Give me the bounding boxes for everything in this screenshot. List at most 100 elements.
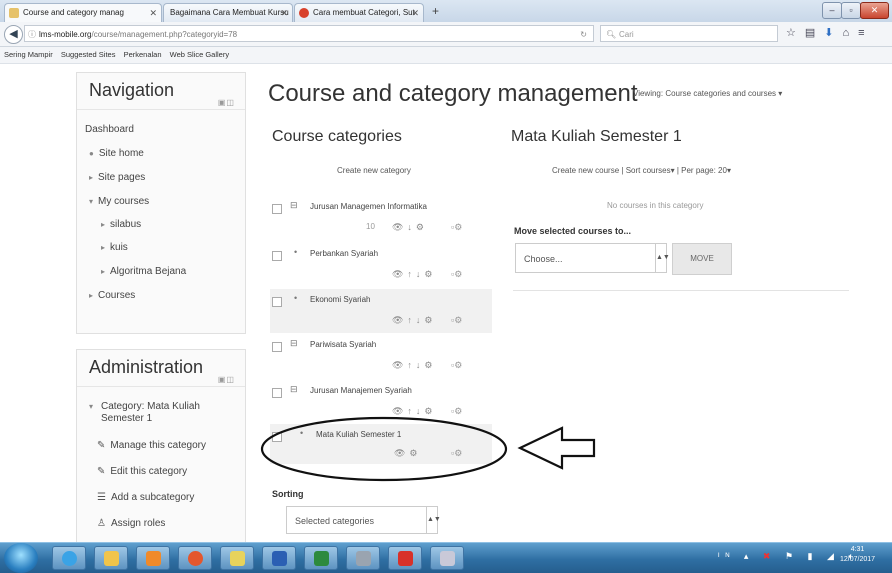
- close-tab-icon[interactable]: ✕: [149, 4, 157, 22]
- bookmark-sering-mampir[interactable]: Sering Mampir: [4, 50, 53, 59]
- maximize-button[interactable]: ▫: [841, 2, 861, 19]
- address-bar[interactable]: ⓘ lms-mobile.org/course/management.php?c…: [24, 25, 594, 42]
- chevron-right-icon: ▸: [101, 267, 106, 276]
- start-button[interactable]: [4, 543, 38, 573]
- per-page-link[interactable]: Per page: 20: [681, 166, 727, 175]
- minimize-button[interactable]: ‒: [822, 2, 842, 19]
- page-title: Course and category management: [268, 80, 638, 107]
- category-actions[interactable]: 👁︎↑↓⚙: [392, 315, 437, 326]
- bullet-icon: ●: [89, 149, 94, 158]
- reading-list-icon[interactable]: ▤: [805, 27, 824, 39]
- category-actions[interactable]: 👁︎↑↓⚙: [392, 269, 437, 280]
- bookmark-web-slice-gallery[interactable]: Web Slice Gallery: [170, 50, 229, 59]
- taskbar-tool-button[interactable]: [346, 546, 380, 570]
- taskbar-clock[interactable]: 4:31 12/07/2017: [840, 545, 875, 565]
- block-controls-icon[interactable]: ▣◫: [218, 363, 235, 397]
- tab-bagaimana[interactable]: Bagaimana Cara Membuat Kursu ✕: [163, 3, 293, 22]
- chevron-right-icon: ▸: [101, 243, 106, 252]
- nav-site-pages-label: Site pages: [98, 172, 146, 183]
- admin-category-node[interactable]: ▾ Category: Mata Kuliah Semester 1: [89, 401, 219, 425]
- category-menu-icon[interactable]: ▫⚙: [451, 269, 462, 280]
- search-input[interactable]: 🔍︎ Cari: [600, 25, 778, 42]
- category-checkbox[interactable]: [272, 342, 282, 352]
- back-button[interactable]: ◀: [4, 25, 23, 44]
- category-name[interactable]: Jurusan Manajemen Syariah: [310, 386, 412, 395]
- category-checkbox[interactable]: [272, 297, 282, 307]
- category-menu-icon[interactable]: ▫⚙: [451, 315, 462, 326]
- category-checkbox[interactable]: [272, 204, 282, 214]
- word-icon: [272, 551, 287, 566]
- download-icon[interactable]: ⬇: [824, 27, 842, 39]
- bookmark-suggested-sites[interactable]: Suggested Sites: [61, 50, 116, 59]
- chevron-right-icon: ▸: [89, 173, 94, 182]
- bookmark-perkenalan[interactable]: Perkenalan: [124, 50, 162, 59]
- nav-my-courses[interactable]: ▾ My courses: [89, 196, 149, 207]
- taskbar-media-button[interactable]: [136, 546, 170, 570]
- admin-edit-label: Edit this category: [110, 466, 188, 477]
- taskbar-ie-button[interactable]: [52, 546, 86, 570]
- admin-add-subcategory[interactable]: ☰ Add a subcategory: [97, 492, 194, 503]
- nav-site-pages[interactable]: ▸ Site pages: [89, 172, 145, 183]
- url-path: /course/management.php?categoryid=78: [91, 30, 238, 39]
- sort-courses-link[interactable]: Sort courses: [626, 166, 671, 175]
- category-checkbox[interactable]: [272, 388, 282, 398]
- taskbar-firefox-button[interactable]: [178, 546, 212, 570]
- tab-bar: Course and category manag ✕ Bagaimana Ca…: [0, 0, 892, 23]
- nav-course-kuis[interactable]: ▸ kuis: [101, 242, 128, 253]
- close-window-button[interactable]: ✕: [860, 2, 889, 19]
- nav-course-algoritma[interactable]: ▸ Algoritma Bejana: [101, 266, 186, 277]
- nav-site-home[interactable]: ● Site home: [89, 148, 144, 159]
- taskbar-app-button[interactable]: [220, 546, 254, 570]
- media-player-icon: [146, 551, 161, 566]
- tab-course-management[interactable]: Course and category manag ✕: [4, 3, 162, 22]
- nav-course-silabus[interactable]: ▸ silabus: [101, 219, 141, 230]
- category-name[interactable]: Jurusan Managemen Informatika: [310, 202, 427, 211]
- close-tab-icon[interactable]: ✕: [411, 4, 419, 22]
- system-tray-icons[interactable]: ᴵᴺ ▴ ✖ ⚑ ▮ ◢ 🔈︎: [718, 551, 860, 562]
- create-new-course-link[interactable]: Create new course: [552, 166, 619, 175]
- bookmark-star-icon[interactable]: ☆: [786, 27, 805, 39]
- category-menu-icon[interactable]: ▫⚙: [451, 222, 462, 233]
- admin-edit-category[interactable]: ✎ Edit this category: [97, 466, 187, 477]
- nav-courses[interactable]: ▸ Courses: [89, 290, 135, 301]
- sorting-select[interactable]: Selected categories ▲▼: [286, 506, 441, 534]
- move-button[interactable]: MOVE: [672, 243, 732, 275]
- moodle-favicon-icon: [9, 8, 19, 18]
- category-name[interactable]: Perbankan Syariah: [310, 249, 378, 258]
- chevron-down-icon: ▾: [89, 402, 94, 411]
- category-actions[interactable]: 👁︎↑↓⚙: [392, 360, 437, 371]
- category-row: ⊟ Jurusan Managemen Informatika 10 👁︎↓⚙ …: [270, 196, 492, 240]
- nav-dashboard[interactable]: Dashboard: [85, 124, 134, 135]
- category-menu-icon[interactable]: ▫⚙: [451, 360, 462, 371]
- category-name[interactable]: Pariwisata Syariah: [310, 340, 376, 349]
- block-controls-icon[interactable]: ▣◫: [218, 86, 235, 120]
- taskbar-excel-button[interactable]: [304, 546, 338, 570]
- move-target-select[interactable]: Choose... ▲▼: [515, 243, 670, 273]
- administration-block-header: Administration ▣◫: [77, 350, 245, 387]
- reload-icon[interactable]: ↻: [580, 26, 587, 43]
- nav-courses-label: Courses: [98, 290, 136, 301]
- collapse-icon[interactable]: ⊟: [290, 338, 298, 349]
- collapse-icon[interactable]: ⊟: [290, 384, 298, 395]
- bullet-icon: •: [294, 293, 298, 303]
- tab-cara-membuat[interactable]: Cara membuat Categori, Sut ✕: [294, 3, 424, 22]
- taskbar-acrobat-button[interactable]: [388, 546, 422, 570]
- collapse-icon[interactable]: ⊟: [290, 200, 298, 211]
- category-checkbox[interactable]: [272, 251, 282, 261]
- admin-manage-category[interactable]: ✎ Manage this category: [97, 440, 206, 451]
- navigation-toolbar: ◀ ⓘ lms-mobile.org/course/management.php…: [0, 22, 892, 47]
- close-tab-icon[interactable]: ✕: [280, 4, 288, 22]
- taskbar-paint-button[interactable]: [430, 546, 464, 570]
- home-icon[interactable]: ⌂: [843, 27, 859, 39]
- view-mode-selector[interactable]: Viewing: Course categories and courses ▾: [633, 89, 782, 98]
- edit-icon: ✎: [97, 466, 106, 477]
- taskbar-word-button[interactable]: [262, 546, 296, 570]
- category-row: • Perbankan Syariah 👁︎↑↓⚙ ▫⚙: [270, 243, 492, 287]
- menu-icon[interactable]: ≡: [858, 27, 873, 39]
- category-name[interactable]: Ekonomi Syariah: [310, 295, 370, 304]
- create-new-category-link[interactable]: Create new category: [337, 166, 411, 175]
- new-tab-button[interactable]: +: [432, 4, 439, 18]
- taskbar-explorer-button[interactable]: [94, 546, 128, 570]
- category-actions[interactable]: 👁︎↓⚙: [392, 222, 428, 233]
- admin-assign-roles[interactable]: ♙ Assign roles: [97, 518, 165, 529]
